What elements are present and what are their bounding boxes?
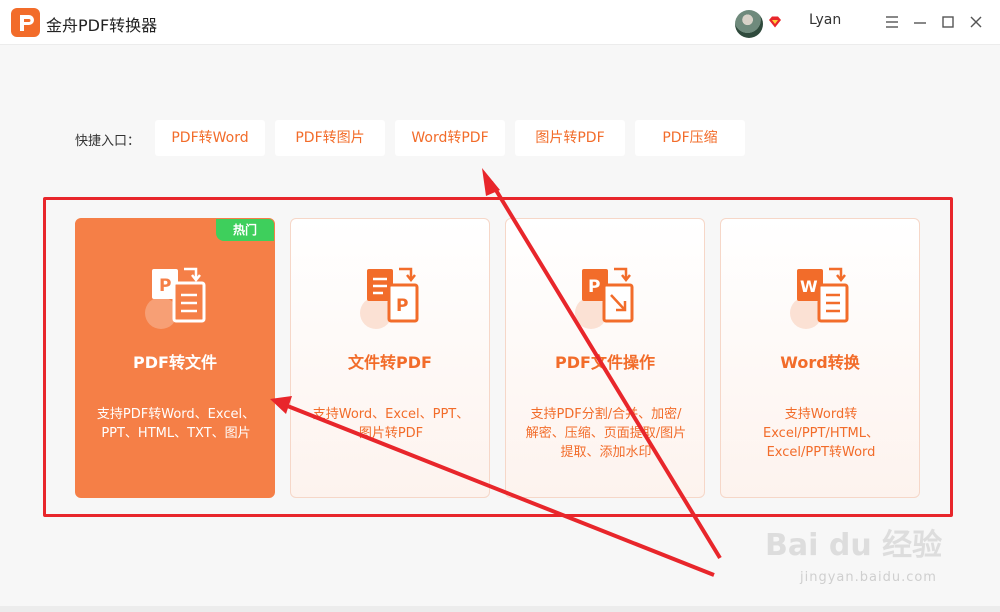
avatar[interactable] xyxy=(735,10,763,38)
watermark-url: jingyan.baidu.com xyxy=(800,570,937,585)
card-title: Word转换 xyxy=(780,353,860,372)
pdf-to-file-icon: P xyxy=(145,267,206,329)
card-desc: 支持Word转Excel/PPT/HTML、Excel/PPT转Word xyxy=(763,407,879,460)
app-title: 金舟PDF转换器 xyxy=(46,16,158,35)
quick-entry-label: 快捷入口： xyxy=(75,134,141,149)
minimize-icon[interactable] xyxy=(912,14,928,30)
quick-pdf-to-image-button[interactable]: PDF转图片 xyxy=(275,120,385,156)
svg-text:P: P xyxy=(396,296,408,316)
close-icon[interactable] xyxy=(968,14,984,30)
menu-icon[interactable] xyxy=(884,14,900,30)
title-bar: 金舟PDF转换器 Lyan xyxy=(0,0,1000,45)
maximize-icon[interactable] xyxy=(940,14,956,30)
quick-pdf-compress-button[interactable]: PDF压缩 xyxy=(635,120,745,156)
svg-text:W: W xyxy=(800,277,818,296)
word-convert-icon: W xyxy=(790,267,849,329)
svg-text:P: P xyxy=(159,276,171,296)
annotation-arrowhead xyxy=(482,168,500,196)
hot-badge: 热门 xyxy=(216,219,274,241)
card-title: PDF转文件 xyxy=(133,353,217,372)
quick-pdf-to-word-button[interactable]: PDF转Word xyxy=(155,120,265,156)
quick-image-to-pdf-button[interactable]: 图片转PDF xyxy=(515,120,625,156)
file-to-pdf-icon: P xyxy=(360,267,419,329)
app-logo-icon xyxy=(11,8,40,37)
card-title: 文件转PDF xyxy=(348,353,432,372)
username[interactable]: Lyan xyxy=(809,12,841,28)
card-file-to-pdf[interactable]: P 文件转PDF 支持Word、Excel、PPT、图片转PDF xyxy=(290,218,490,498)
quick-word-to-pdf-button[interactable]: Word转PDF xyxy=(395,120,505,156)
card-desc: 支持PDF分割/合并、加密/解密、压缩、页面提取/图片提取、添加水印 xyxy=(525,407,687,460)
svg-text:P: P xyxy=(588,277,600,297)
card-desc: 支持Word、Excel、PPT、图片转PDF xyxy=(312,407,470,441)
watermark-logo: Bai du 经验 xyxy=(765,528,943,563)
pdf-operation-icon: P xyxy=(575,267,634,329)
card-word-convert[interactable]: W Word转换 支持Word转Excel/PPT/HTML、Excel/PPT… xyxy=(720,218,920,498)
vip-diamond-icon[interactable] xyxy=(768,16,782,28)
bottom-border xyxy=(0,606,1000,612)
card-pdf-operation[interactable]: P PDF文件操作 支持PDF分割/合并、加密/解密、压缩、页面提取/图片提取、… xyxy=(505,218,705,498)
card-pdf-to-file[interactable]: 热门 P PDF转文件 支持PDF转Word、Excel、PPT、HTML、TX… xyxy=(75,218,275,498)
card-desc: 支持PDF转Word、Excel、PPT、HTML、TXT、图片 xyxy=(96,407,256,441)
card-title: PDF文件操作 xyxy=(555,353,655,372)
